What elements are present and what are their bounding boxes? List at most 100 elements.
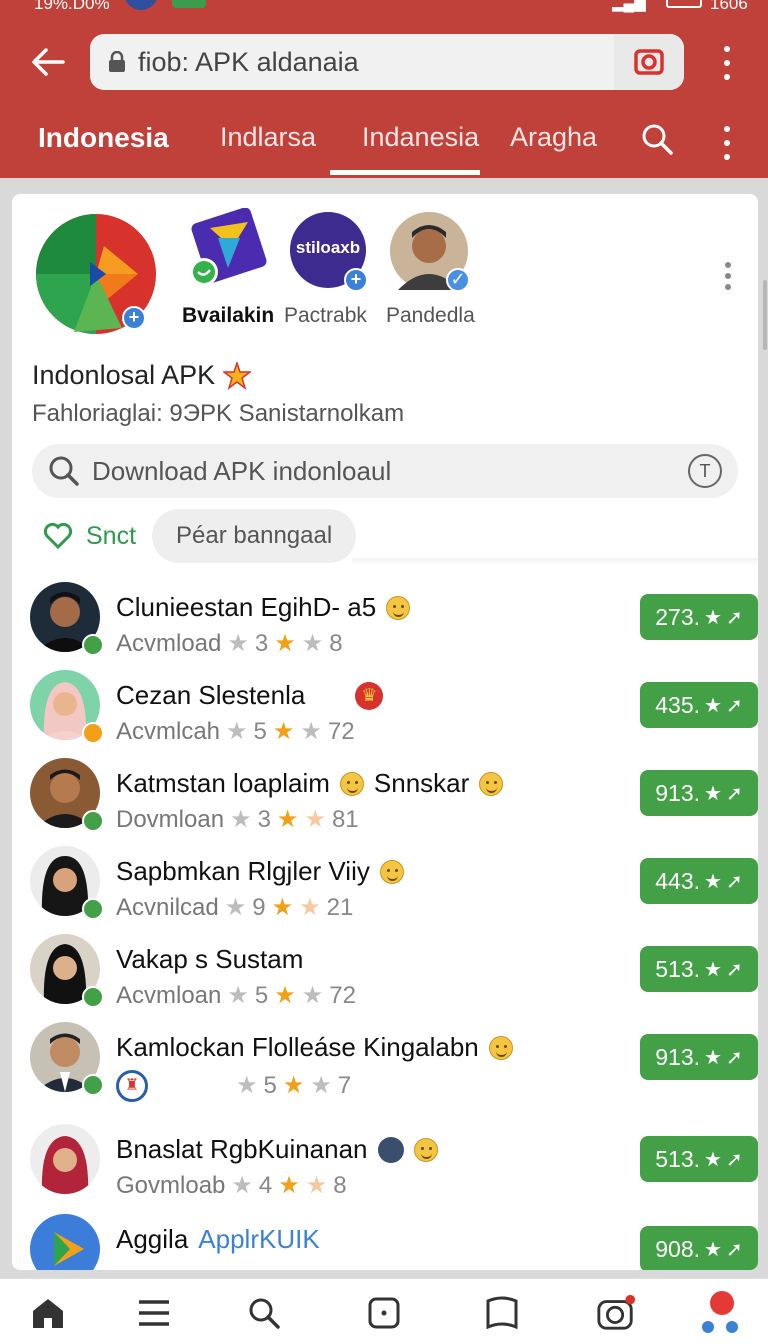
nav-home[interactable]: [28, 1293, 68, 1333]
star-icon: ★: [276, 806, 299, 833]
nav-camera[interactable]: [596, 1293, 636, 1333]
item-meta-text: Acvmload: [116, 630, 222, 657]
rating-value: 81: [331, 806, 359, 833]
featured-app-2[interactable]: stiloaxb +: [290, 212, 368, 292]
play-logo-icon: [54, 1232, 84, 1266]
lock-icon: [109, 51, 125, 72]
search-placeholder: Download APK indonloaul: [92, 455, 392, 486]
category-chip[interactable]: Péar banngaal: [152, 509, 357, 563]
install-button[interactable]: 913. ★ ➚: [640, 770, 758, 816]
featured-app-1[interactable]: [188, 207, 268, 288]
tab-indanesia[interactable]: Indanesia: [362, 122, 479, 153]
smiley-icon: [479, 771, 504, 796]
nav-menu[interactable]: [134, 1293, 174, 1333]
install-button[interactable]: 273. ★ ➚: [640, 594, 758, 640]
star-icon: ★: [274, 982, 296, 1009]
status-bar: 19%.D0% ▂▄▆ 1606: [0, 0, 768, 18]
star-icon: ★: [310, 1072, 332, 1099]
install-button[interactable]: 443. ★ ➚: [640, 858, 758, 904]
star-icon: ★: [301, 982, 324, 1009]
item-meta: ♜ ★ 5 ★ ★ 7: [116, 1070, 351, 1102]
list-item[interactable]: Clunieestan EgihD- a5 Acvmload ★ 3 ★ ★ 8 27…: [30, 582, 758, 666]
tab-indonesia[interactable]: Indonesia: [38, 122, 169, 154]
active-tab-indicator: [330, 170, 480, 175]
star-icon: ★: [301, 630, 324, 657]
online-badge-icon: [82, 634, 104, 656]
item-meta-text: Acvmlcah: [116, 718, 221, 745]
nav-library[interactable]: [482, 1293, 522, 1333]
search-input[interactable]: Download APK indonloaul T: [32, 444, 738, 498]
install-button[interactable]: 908. ★ ➚: [640, 1226, 758, 1270]
list-item[interactable]: Kamlockan Flolleáse Kingalabn ♜ ★ 5 ★ ★ 7 9…: [30, 1022, 758, 1106]
smiley-icon: [386, 595, 411, 620]
item-title: Aggila ApplrKUIK: [116, 1224, 320, 1255]
url-text: fiob: APK aldanaia: [138, 46, 359, 77]
message-icon: [172, 0, 206, 8]
address-bar[interactable]: fiob: APK aldanaia: [90, 34, 684, 90]
star-icon: ★: [230, 806, 252, 833]
arrow-left-icon: [32, 48, 65, 76]
item-meta-text: Acvmloan: [116, 982, 222, 1009]
dot-icon: [724, 126, 730, 132]
tab-more-button[interactable]: [721, 126, 733, 160]
nav-search[interactable]: [244, 1293, 284, 1333]
online-badge-icon: [82, 810, 104, 832]
divider: [352, 558, 758, 566]
score-label: 913.: [655, 779, 701, 806]
heart-icon: [44, 523, 72, 549]
list-item[interactable]: Cezan Slestenla ♛ Acvmlcah ★ 5 ★ ★ 72 435. ★ ➚: [30, 670, 758, 754]
favorite-chip-label: Snct: [86, 521, 137, 550]
favorite-chip[interactable]: Snct: [44, 522, 136, 551]
item-title-text: Kamlockan Flolleáse Kingalabn: [116, 1032, 479, 1062]
nav-profile[interactable]: [700, 1291, 740, 1333]
scrollbar-thumb[interactable]: [763, 280, 767, 350]
search-icon[interactable]: [640, 122, 674, 156]
nav-apps[interactable]: [364, 1293, 404, 1333]
tab-aragha[interactable]: Aragha: [510, 122, 597, 153]
rating-count: 5: [263, 1072, 277, 1099]
translate-button[interactable]: T: [688, 454, 722, 488]
featured-app-3[interactable]: ✓: [390, 212, 470, 292]
rating-value: 8: [329, 630, 343, 657]
item-title: Vakap s Sustam: [116, 944, 303, 975]
add-badge-icon: +: [344, 268, 368, 292]
leaf-icon: ➚: [725, 1148, 743, 1171]
smiley-icon: [413, 1137, 438, 1162]
install-button[interactable]: 913. ★ ➚: [640, 1034, 758, 1080]
install-button[interactable]: 513. ★ ➚: [640, 1136, 758, 1182]
rating-count: 5: [254, 982, 269, 1009]
install-button[interactable]: 513. ★ ➚: [640, 946, 758, 992]
list-item[interactable]: Aggila ApplrKUIK 908. ★ ➚: [30, 1214, 758, 1270]
featured-app-logo[interactable]: +: [34, 212, 158, 336]
online-badge-icon: [82, 1074, 104, 1096]
smiley-icon: [488, 1035, 513, 1060]
score-label: 908.: [655, 1235, 701, 1262]
star-icon: ★: [224, 894, 247, 921]
shield-icon: ♜: [116, 1070, 148, 1102]
star-icon: ★: [305, 1172, 328, 1199]
more-options-button[interactable]: [721, 46, 733, 80]
camera-button[interactable]: [614, 34, 684, 90]
item-title-text: Aggila: [116, 1224, 189, 1254]
list-item[interactable]: Katmstan loaplaim Snnskar Dovmloan ★ 3 ★ ★ 8…: [30, 758, 758, 842]
item-title-text: Cezan Slestenla: [116, 680, 306, 710]
star-icon: ★: [236, 1072, 258, 1099]
item-title-text: Bnaslat RgbKuinanan: [116, 1134, 368, 1164]
star-icon: ★: [278, 1172, 300, 1199]
list-item[interactable]: Sapbmkan Rlgjler Viiy Acvnilcad ★ 9 ★ ★ 21 …: [30, 846, 758, 930]
list-item[interactable]: Bnaslat RgbKuinanan Govmloab ★ 4 ★ ★ 8 513.…: [30, 1124, 758, 1208]
brand-logo-text: stiloaxb: [295, 238, 361, 257]
featured-more-button[interactable]: [722, 262, 734, 290]
star-icon: ★: [299, 894, 321, 921]
star-icon: ★: [704, 1046, 722, 1069]
featured-label-2: Pactrabk: [284, 304, 367, 327]
tab-indlarsa[interactable]: Indlarsa: [220, 122, 316, 153]
back-button[interactable]: [28, 42, 68, 82]
score-label: 273.: [655, 603, 701, 630]
install-button[interactable]: 435. ★ ➚: [640, 682, 758, 728]
item-title: Cezan Slestenla ♛: [116, 680, 384, 711]
camera-icon: [597, 1294, 636, 1330]
online-badge-icon: [82, 986, 104, 1008]
add-badge-icon: +: [122, 306, 146, 330]
list-item[interactable]: Vakap s Sustam Acvmloan ★ 5 ★ ★ 72 513. ★ ➚: [30, 934, 758, 1018]
